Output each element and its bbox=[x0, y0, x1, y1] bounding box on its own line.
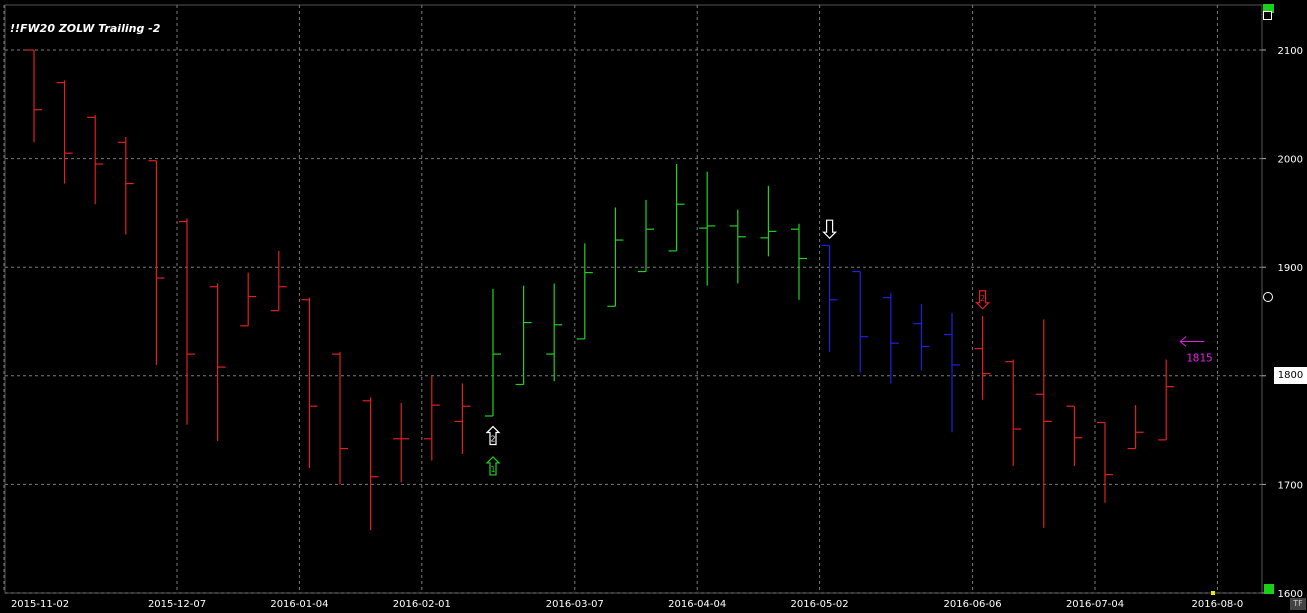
y-tick-label: 1900 bbox=[1278, 263, 1303, 274]
chart-corner-bottom-indicator[interactable] bbox=[1264, 584, 1274, 594]
ohlc-chart[interactable]: 2121815 160017001800190020002100 2015-11… bbox=[0, 0, 1307, 613]
sell-signal-arrow: 2 bbox=[975, 290, 991, 310]
x-tick-label: 2016-08-0 bbox=[1192, 599, 1244, 610]
chart-maximize-icon[interactable] bbox=[1263, 11, 1272, 20]
buy-signal-arrow: 1 bbox=[485, 456, 501, 476]
y-tick-label: 1700 bbox=[1278, 480, 1303, 491]
x-tick-label: 2015-11-02 bbox=[11, 599, 69, 610]
x-tick-label: 2016-01-04 bbox=[270, 599, 328, 610]
x-tick-label: 2016-06-06 bbox=[944, 599, 1002, 610]
x-tick-label: 2016-03-07 bbox=[546, 599, 604, 610]
signal-arrow-label: 1 bbox=[490, 465, 495, 474]
last-value-label: 1815 bbox=[1186, 352, 1213, 365]
x-tick-label: 2016-02-01 bbox=[393, 599, 451, 610]
x-tick-label: 2015-12-07 bbox=[148, 599, 206, 610]
current-price-tag: 1800 bbox=[1274, 367, 1307, 384]
signal-arrow-shape bbox=[822, 219, 838, 240]
y-tick-label: 2000 bbox=[1278, 155, 1303, 166]
x-tick-label: 2016-05-02 bbox=[791, 599, 849, 610]
signal-arrow-label: 2 bbox=[490, 435, 495, 444]
buy-signal-arrow: 2 bbox=[485, 425, 501, 446]
x-tick-label: 2016-07-04 bbox=[1066, 599, 1124, 610]
sell-signal-arrow bbox=[822, 219, 838, 240]
plot-border bbox=[4, 4, 1263, 594]
y-tick-label: 2100 bbox=[1278, 46, 1303, 57]
time-cursor-marker bbox=[1211, 591, 1215, 595]
signal-arrow-label: 2 bbox=[980, 294, 985, 303]
price-axis-circle-icon[interactable] bbox=[1263, 292, 1273, 302]
timeframe-badge[interactable]: TF bbox=[1290, 598, 1306, 610]
x-tick-label: 2016-04-04 bbox=[668, 599, 726, 610]
